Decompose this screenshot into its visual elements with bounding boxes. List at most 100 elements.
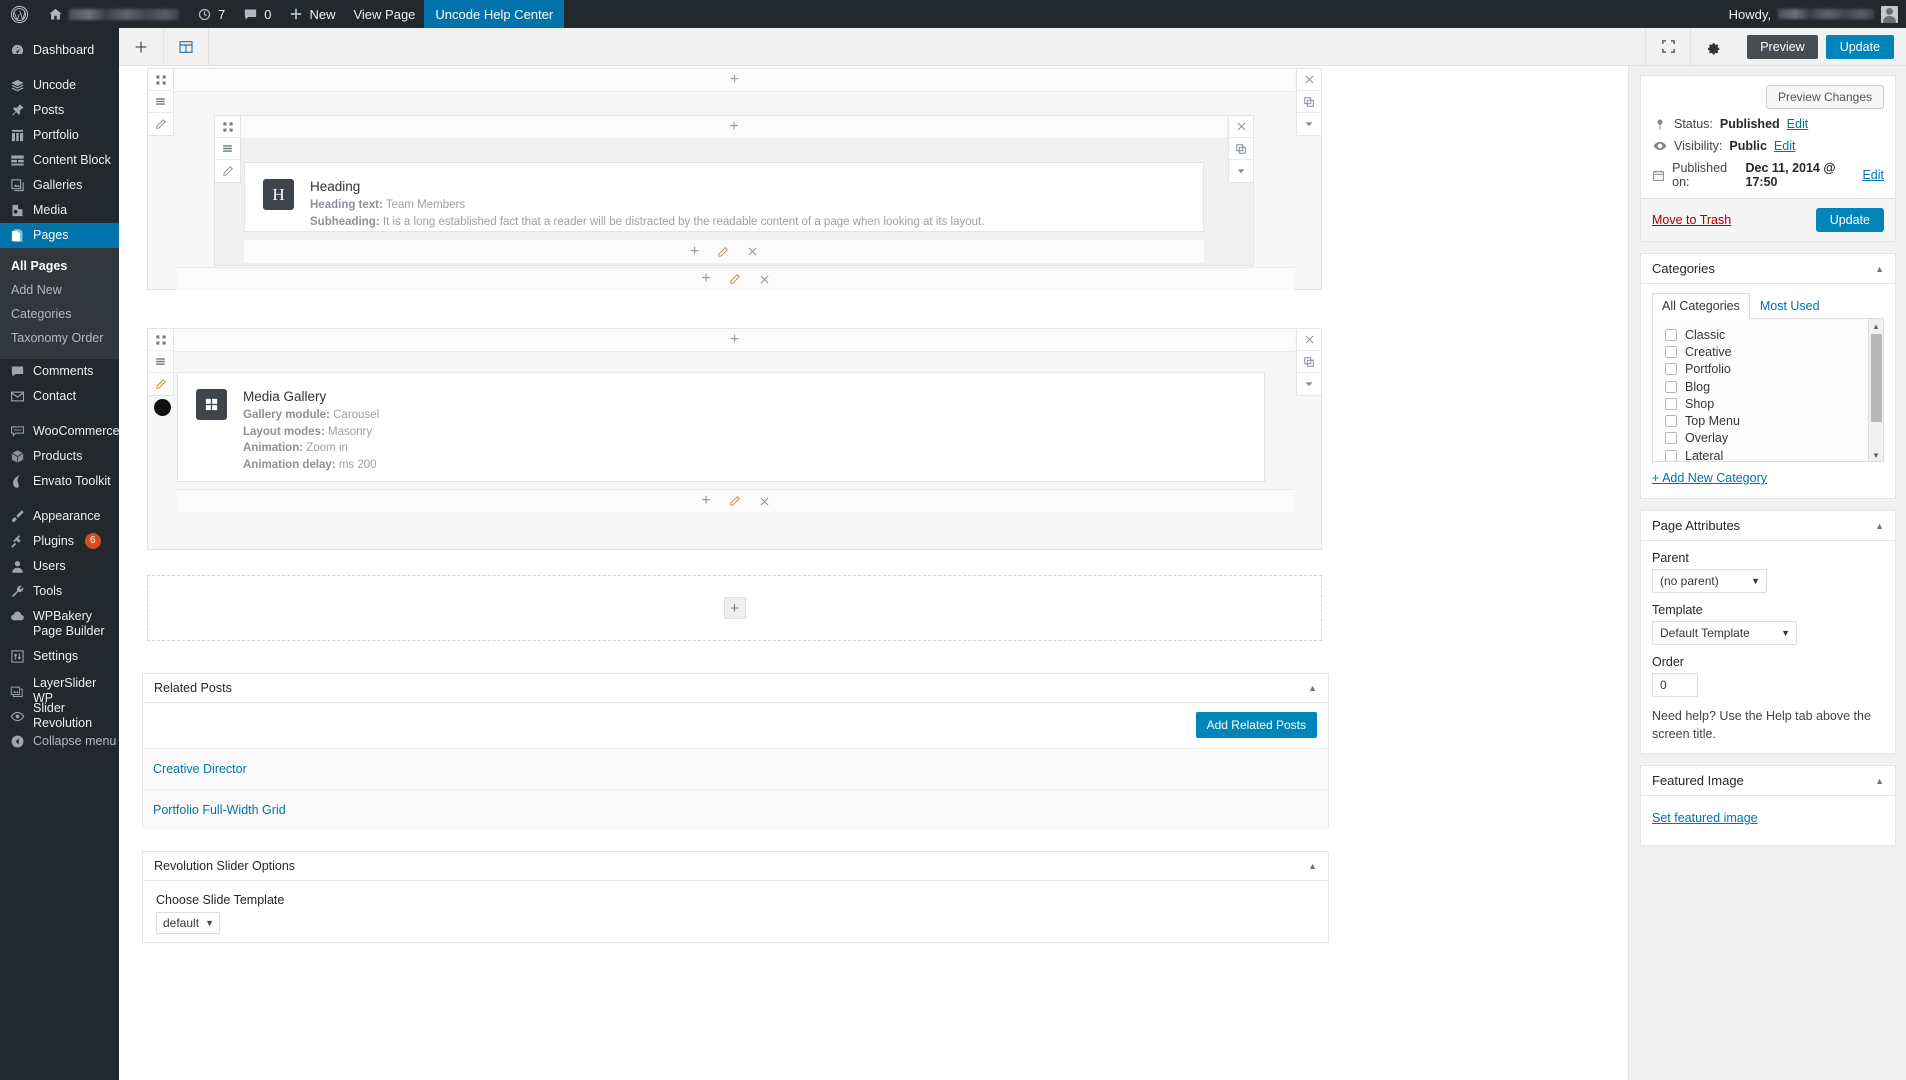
category-checkbox[interactable] [1665, 345, 1677, 358]
templates-button[interactable] [164, 27, 209, 66]
category-item[interactable]: Portfolio [1665, 361, 1883, 378]
new-content-menu[interactable]: New [280, 0, 344, 28]
category-item[interactable]: Lateral [1665, 447, 1883, 461]
sidebar-item-dashboard[interactable]: Dashboard [0, 38, 119, 63]
close-icon[interactable] [1229, 116, 1253, 138]
tab-all-categories[interactable]: All Categories [1652, 293, 1750, 319]
published-on-edit-link[interactable]: Edit [1862, 168, 1884, 182]
move-to-trash-link[interactable]: Move to Trash [1652, 213, 1731, 227]
visibility-edit-link[interactable]: Edit [1774, 139, 1796, 153]
category-item[interactable]: Shop [1665, 395, 1883, 412]
plus-icon[interactable]: + [690, 243, 699, 260]
chevron-down-icon[interactable] [1297, 113, 1321, 135]
category-item[interactable]: Overlay [1665, 430, 1883, 447]
add-new-row-placeholder[interactable]: + [147, 575, 1322, 641]
plus-icon[interactable]: + [701, 271, 710, 287]
sidebar-item-appearance[interactable]: Appearance [0, 504, 119, 529]
sidebar-item-galleries[interactable]: Galleries [0, 173, 119, 198]
copy-icon[interactable] [1297, 91, 1321, 113]
sidebar-item-plugins[interactable]: Plugins 6 [0, 529, 119, 554]
chevron-down-icon[interactable] [1229, 160, 1253, 182]
scroll-down-icon[interactable]: ▼ [1869, 448, 1883, 461]
submenu-item-add-new[interactable]: Add New [0, 278, 119, 302]
category-item[interactable]: Classic [1665, 326, 1883, 343]
element-media-gallery[interactable]: Media Gallery Gallery module: Carousel L… [177, 372, 1265, 482]
account-menu[interactable]: Howdy, [1729, 0, 1906, 28]
chevron-up-icon[interactable]: ▲ [1875, 521, 1884, 531]
chevron-up-icon[interactable]: ▲ [1308, 683, 1317, 693]
sidebar-item-media[interactable]: Media [0, 198, 119, 223]
uncode-help-center-link[interactable]: Uncode Help Center [424, 0, 565, 28]
parent-select[interactable]: (no parent) ▼ [1652, 569, 1767, 593]
sidebar-item-uncode[interactable]: Uncode [0, 73, 119, 98]
pencil-icon[interactable] [729, 495, 741, 507]
row-3-drag-dot[interactable] [154, 399, 171, 416]
sidebar-item-layerslider-wp[interactable]: LayerSlider WP [0, 676, 119, 705]
sidebar-item-pages[interactable]: Pages [0, 223, 119, 248]
close-icon[interactable] [759, 496, 770, 507]
settings-button[interactable] [1690, 27, 1735, 66]
preview-button[interactable]: Preview [1747, 34, 1818, 59]
sidebar-item-tools[interactable]: Tools [0, 579, 119, 604]
pencil-icon[interactable] [717, 246, 729, 258]
wordpress-logo-menu[interactable] [0, 0, 39, 28]
expand-icon[interactable] [215, 116, 240, 138]
expand-icon[interactable] [148, 329, 173, 351]
update-button-sidebar[interactable]: Update [1815, 208, 1884, 232]
template-select[interactable]: Default Template ▼ [1652, 621, 1797, 645]
add-new-category-link[interactable]: + Add New Category [1652, 471, 1767, 485]
category-checkbox[interactable] [1665, 397, 1677, 410]
updates-menu[interactable]: 7 [188, 0, 234, 28]
sidebar-item-content-block[interactable]: Content Block [0, 148, 119, 173]
category-item[interactable]: Creative [1665, 343, 1883, 360]
row-3-add-bar[interactable]: + [174, 329, 1295, 352]
chevron-up-icon[interactable]: ▲ [1875, 776, 1884, 786]
tab-most-used[interactable]: Most Used [1750, 293, 1830, 319]
row-1-add-bar[interactable]: + [174, 69, 1295, 92]
comments-menu[interactable]: 0 [234, 0, 280, 28]
close-icon[interactable] [1297, 69, 1321, 91]
fullscreen-button[interactable] [1645, 27, 1690, 66]
sidebar-item-woocommerce[interactable]: Woo WooCommerce [0, 419, 120, 444]
chevron-down-icon[interactable] [1297, 373, 1321, 395]
preview-changes-button[interactable]: Preview Changes [1765, 85, 1884, 109]
expand-icon[interactable] [148, 69, 173, 91]
category-checkbox[interactable] [1665, 449, 1677, 461]
slide-template-select[interactable]: default ▼ [156, 912, 221, 934]
drag-handle-icon[interactable] [148, 91, 173, 113]
edit-row-icon[interactable] [148, 373, 173, 395]
category-item[interactable]: Blog [1665, 378, 1883, 395]
sidebar-item-wpbakery-page-builder[interactable]: WPBakery Page Builder [0, 604, 119, 644]
submenu-item-categories[interactable]: Categories [0, 302, 119, 326]
submenu-item-taxonomy-order[interactable]: Taxonomy Order [0, 326, 119, 350]
close-icon[interactable] [1297, 329, 1321, 351]
sidebar-item-products[interactable]: Products [0, 444, 119, 469]
add-element-button[interactable] [119, 27, 164, 66]
close-icon[interactable] [747, 246, 758, 257]
sidebar-item-collapse-menu[interactable]: Collapse menu [0, 729, 119, 754]
related-post-link[interactable]: Creative Director [153, 762, 247, 776]
chevron-up-icon[interactable]: ▲ [1875, 264, 1884, 274]
scroll-up-icon[interactable]: ▲ [1869, 319, 1883, 333]
close-icon[interactable] [759, 274, 770, 285]
category-checkbox[interactable] [1665, 380, 1677, 393]
category-checkbox[interactable] [1665, 363, 1677, 376]
submenu-item-all-pages[interactable]: All Pages [0, 254, 119, 278]
row-2-add-bar[interactable]: + [241, 116, 1227, 139]
element-heading[interactable]: H Heading Heading text: Team Members Sub… [244, 162, 1204, 232]
view-page-link[interactable]: View Page [344, 0, 424, 28]
sidebar-item-comments[interactable]: Comments [0, 359, 119, 384]
add-related-posts-button[interactable]: Add Related Posts [1195, 712, 1317, 738]
drag-handle-icon[interactable] [215, 138, 240, 160]
copy-icon[interactable] [1229, 138, 1253, 160]
copy-icon[interactable] [1297, 351, 1321, 373]
sidebar-item-envato-toolkit[interactable]: Envato Toolkit [0, 469, 119, 494]
category-item[interactable]: Top Menu [1665, 412, 1883, 429]
sidebar-item-posts[interactable]: Posts [0, 98, 119, 123]
status-edit-link[interactable]: Edit [1787, 117, 1809, 131]
site-name-menu[interactable] [39, 0, 188, 28]
sidebar-item-slider-revolution[interactable]: Slider Revolution [0, 701, 119, 730]
sidebar-item-users[interactable]: Users [0, 554, 119, 579]
set-featured-image-link[interactable]: Set featured image [1652, 811, 1758, 825]
scrollbar-thumb[interactable] [1871, 334, 1882, 422]
